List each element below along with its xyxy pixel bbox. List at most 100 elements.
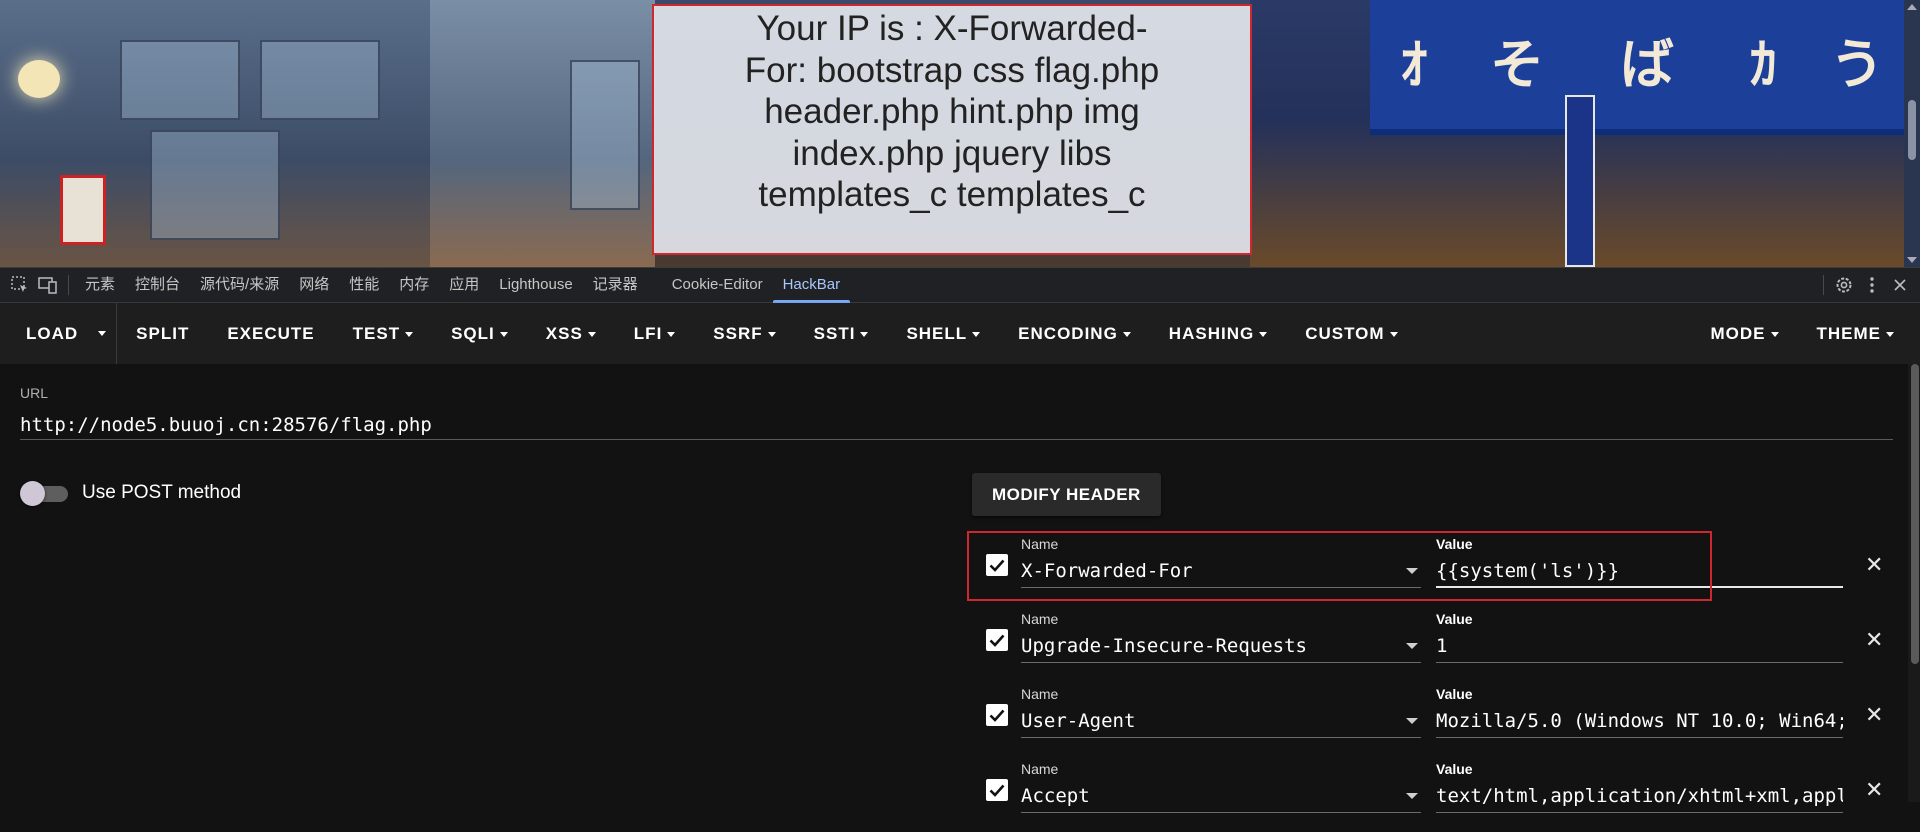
close-icon[interactable] xyxy=(1886,267,1914,303)
split-label: SPLIT xyxy=(136,324,189,343)
header-enabled-checkbox[interactable] xyxy=(986,629,1008,651)
header-name-label: Name xyxy=(1021,761,1058,777)
encoding-label: ENCODING xyxy=(1018,324,1118,343)
scroll-down-icon[interactable] xyxy=(1907,257,1917,263)
header-row: Name X-Forwarded-For Value {{system('ls'… xyxy=(968,532,1888,607)
tab-elements[interactable]: 元素 xyxy=(75,267,125,303)
chevron-down-icon xyxy=(405,332,413,337)
chevron-down-icon[interactable] xyxy=(1406,643,1418,649)
hashing-label: HASHING xyxy=(1169,324,1254,343)
hashing-menu-button[interactable]: HASHING xyxy=(1150,303,1286,364)
close-icon[interactable]: ✕ xyxy=(1865,554,1883,576)
tab-lighthouse[interactable]: Lighthouse xyxy=(489,267,582,303)
ip-line: Your IP is : X-Forwarded- xyxy=(724,8,1180,50)
divider xyxy=(1823,275,1824,295)
theme-menu-button[interactable]: THEME xyxy=(1798,303,1920,364)
header-name-label: Name xyxy=(1021,536,1058,552)
header-name-label: Name xyxy=(1021,611,1058,627)
street-lamp xyxy=(18,60,60,98)
load-split-button: LOAD xyxy=(0,303,117,364)
tab-performance[interactable]: 性能 xyxy=(339,267,389,303)
settings-gear-icon[interactable] xyxy=(1830,267,1858,303)
tab-hackbar[interactable]: HackBar xyxy=(773,267,851,303)
post-method-toggle[interactable]: Use POST method xyxy=(20,481,241,505)
header-value-input[interactable]: 1 xyxy=(1436,629,1843,663)
header-value-label: Value xyxy=(1436,536,1473,552)
encoding-menu-button[interactable]: ENCODING xyxy=(999,303,1150,364)
chevron-down-icon xyxy=(588,332,596,337)
xss-menu-button[interactable]: XSS xyxy=(527,303,615,364)
close-icon[interactable]: ✕ xyxy=(1865,704,1883,726)
tab-application[interactable]: 应用 xyxy=(439,267,489,303)
chevron-down-icon[interactable] xyxy=(1406,718,1418,724)
header-value-label: Value xyxy=(1436,686,1473,702)
panel-scrollbar[interactable] xyxy=(1908,364,1920,802)
shell-label: SHELL xyxy=(906,324,967,343)
custom-label: CUSTOM xyxy=(1305,324,1384,343)
tab-console[interactable]: 控制台 xyxy=(125,267,190,303)
header-row: Name Accept Value text/html,application/… xyxy=(968,757,1888,832)
tab-cookie-editor[interactable]: Cookie-Editor xyxy=(662,267,773,303)
header-value-input[interactable]: text/html,application/xhtml+xml,applicat… xyxy=(1436,779,1843,813)
header-value-label: Value xyxy=(1436,611,1473,627)
post-switch[interactable] xyxy=(20,481,68,505)
chevron-down-icon[interactable] xyxy=(1406,793,1418,799)
shell-menu-button[interactable]: SHELL xyxy=(887,303,999,364)
sqli-menu-button[interactable]: SQLI xyxy=(432,303,527,364)
close-icon[interactable]: ✕ xyxy=(1865,629,1883,651)
lfi-menu-button[interactable]: LFI xyxy=(615,303,695,364)
load-button[interactable]: LOAD xyxy=(0,303,94,364)
chevron-down-icon xyxy=(860,332,868,337)
devtools-tabbar: 元素 控制台 源代码/来源 网络 性能 内存 应用 Lighthouse 记录器… xyxy=(0,267,1920,303)
chevron-down-icon[interactable] xyxy=(1406,568,1418,574)
header-enabled-checkbox[interactable] xyxy=(986,554,1008,576)
scrollbar-thumb[interactable] xyxy=(1911,364,1919,664)
header-name-select[interactable]: Accept xyxy=(1021,779,1421,813)
chevron-down-icon xyxy=(1390,332,1398,337)
split-button[interactable]: SPLIT xyxy=(117,303,208,364)
header-name-select[interactable]: Upgrade-Insecure-Requests xyxy=(1021,629,1421,663)
device-toolbar-icon[interactable] xyxy=(34,267,62,303)
header-value-input[interactable]: Mozilla/5.0 (Windows NT 10.0; Win64; x64… xyxy=(1436,704,1843,738)
execute-label: EXECUTE xyxy=(227,324,314,343)
url-label: URL xyxy=(20,385,48,401)
url-input[interactable]: http://node5.buuoj.cn:28576/flag.php xyxy=(20,410,1893,440)
custom-menu-button[interactable]: CUSTOM xyxy=(1286,303,1416,364)
tab-sources[interactable]: 源代码/来源 xyxy=(190,267,289,303)
tab-network[interactable]: 网络 xyxy=(289,267,339,303)
close-icon[interactable]: ✕ xyxy=(1865,779,1883,801)
chevron-down-icon xyxy=(667,332,675,337)
theme-label: THEME xyxy=(1817,324,1882,343)
load-dropdown-caret-icon[interactable] xyxy=(94,303,116,364)
ssti-label: SSTI xyxy=(814,324,856,343)
test-label: TEST xyxy=(353,324,400,343)
tab-memory[interactable]: 内存 xyxy=(389,267,439,303)
test-menu-button[interactable]: TEST xyxy=(334,303,432,364)
vertical-banner xyxy=(1565,95,1595,267)
ssrf-menu-button[interactable]: SSRF xyxy=(694,303,794,364)
ip-line: For: bootstrap css flag.php xyxy=(724,50,1180,92)
switch-knob xyxy=(20,481,45,506)
ssti-menu-button[interactable]: SSTI xyxy=(795,303,888,364)
modify-header-button[interactable]: MODIFY HEADER xyxy=(972,473,1161,516)
tab-recorder[interactable]: 记录器 xyxy=(583,267,648,303)
more-options-icon[interactable] xyxy=(1858,267,1886,303)
header-name-select[interactable]: User-Agent xyxy=(1021,704,1421,738)
header-name-select[interactable]: X-Forwarded-For xyxy=(1021,554,1421,588)
header-enabled-checkbox[interactable] xyxy=(986,779,1008,801)
toolbar-right-group: MODE THEME xyxy=(1692,303,1920,364)
hackbar-body: URL http://node5.buuoj.cn:28576/flag.php… xyxy=(0,364,1920,802)
divider xyxy=(68,275,69,295)
header-enabled-checkbox[interactable] xyxy=(986,704,1008,726)
scroll-up-icon[interactable] xyxy=(1907,4,1917,10)
execute-button[interactable]: EXECUTE xyxy=(208,303,333,364)
scrollbar-thumb[interactable] xyxy=(1908,100,1916,160)
mode-menu-button[interactable]: MODE xyxy=(1692,303,1798,364)
page-scrollbar[interactable] xyxy=(1904,0,1920,267)
header-value-input[interactable]: {{system('ls')}} xyxy=(1436,554,1843,588)
chevron-down-icon xyxy=(1886,332,1894,337)
mode-label: MODE xyxy=(1711,324,1766,343)
chevron-down-icon xyxy=(1259,332,1267,337)
lfi-label: LFI xyxy=(634,324,663,343)
inspect-element-icon[interactable] xyxy=(6,267,34,303)
